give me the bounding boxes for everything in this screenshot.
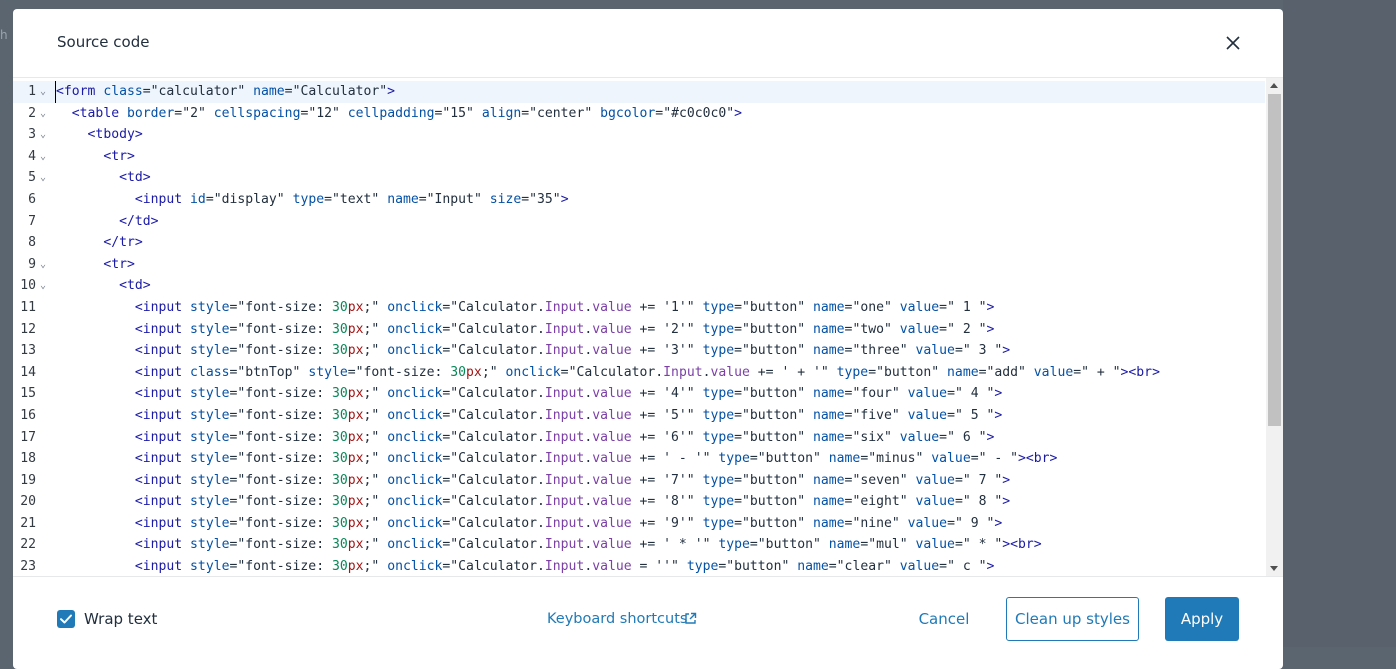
backdrop-text-fragment: h <box>0 28 8 42</box>
code-line[interactable]: 5 ⌄ <td> <box>13 167 1265 189</box>
line-number: 22 <box>20 537 36 553</box>
source-code-dialog: Source code 1 ⌄ <form class="calculator" n… <box>13 9 1283 669</box>
line-number: 8 <box>28 235 36 251</box>
code-editor[interactable]: 1 ⌄ <form class="calculator" name="Calcula… <box>13 77 1283 577</box>
code-line[interactable]: 3 ⌄ <tbody> <box>13 124 1265 146</box>
code-line[interactable]: 10 ⌄ <td> <box>13 275 1265 297</box>
external-link-icon[interactable] <box>684 612 697 625</box>
line-number: 17 <box>20 429 36 445</box>
dialog-header: Source code <box>13 9 1283 75</box>
close-button[interactable] <box>1221 31 1245 55</box>
wrap-text-checkbox[interactable] <box>57 610 75 628</box>
line-number: 4 <box>28 148 36 164</box>
backdrop-right <box>1283 0 1396 647</box>
code-line[interactable]: 19 <input style="font-size: 30px;" oncli… <box>13 470 1265 492</box>
code-line[interactable]: 18 <input style="font-size: 30px;" oncli… <box>13 448 1265 470</box>
code-line[interactable]: 8 </tr> <box>13 232 1265 254</box>
code-text: <input style="font-size: 30px;" onclick=… <box>134 559 995 575</box>
code-text: <input id="display" type="text" name="In… <box>134 191 569 207</box>
line-number: 15 <box>20 386 36 402</box>
code-text: <input style="font-size: 30px;" onclick=… <box>134 407 1003 423</box>
code-text: <input style="font-size: 30px;" onclick=… <box>134 299 995 315</box>
code-text: </td> <box>119 213 159 229</box>
scroll-down-arrow-icon[interactable] <box>1270 566 1278 571</box>
line-number: 23 <box>20 559 36 575</box>
code-text: <input style="font-size: 30px;" onclick=… <box>134 494 1011 510</box>
code-lines: 1 ⌄ <form class="calculator" name="Calcula… <box>13 81 1265 576</box>
line-number: 19 <box>20 472 36 488</box>
code-line[interactable]: 4 ⌄ <tr> <box>13 146 1265 168</box>
line-number: 5 <box>28 170 36 186</box>
line-number: 14 <box>20 364 36 380</box>
code-text: <tr> <box>103 256 135 272</box>
scrollbar-thumb[interactable] <box>1268 94 1281 426</box>
code-text: <input style="font-size: 30px;" onclick=… <box>134 537 1042 553</box>
fold-chevron-icon[interactable]: ⌄ <box>40 103 50 125</box>
line-number: 2 <box>28 105 36 121</box>
dialog-title: Source code <box>57 33 150 51</box>
line-number: 20 <box>20 494 36 510</box>
apply-button[interactable]: Apply <box>1165 597 1239 641</box>
code-text: <input style="font-size: 30px;" onclick=… <box>134 343 1011 359</box>
code-line[interactable]: 11 <input style="font-size: 30px;" oncli… <box>13 297 1265 319</box>
code-text: <tbody> <box>87 127 143 143</box>
code-line[interactable]: 22 <input style="font-size: 30px;" oncli… <box>13 534 1265 556</box>
fold-chevron-icon[interactable]: ⌄ <box>40 254 50 276</box>
line-number: 21 <box>20 515 36 531</box>
code-text: <input style="font-size: 30px;" onclick=… <box>134 429 995 445</box>
checkmark-icon <box>60 614 72 624</box>
dialog-footer: Wrap text Keyboard shortcuts Cancel Clea… <box>13 575 1283 669</box>
code-line[interactable]: 6 <input id="display" type="text" name="… <box>13 189 1265 211</box>
code-line[interactable]: 17 <input style="font-size: 30px;" oncli… <box>13 427 1265 449</box>
code-line[interactable]: 13 <input style="font-size: 30px;" oncli… <box>13 340 1265 362</box>
code-line[interactable]: 23 <input style="font-size: 30px;" oncli… <box>13 556 1265 576</box>
code-text: <table border="2" cellspacing="12" cellp… <box>71 105 743 121</box>
line-number: 7 <box>28 213 36 229</box>
code-line[interactable]: 2 ⌄ <table border="2" cellspacing="12" ce… <box>13 103 1265 125</box>
line-number: 18 <box>20 451 36 467</box>
code-line[interactable]: 21 <input style="font-size: 30px;" oncli… <box>13 513 1265 535</box>
code-line[interactable]: 16 <input style="font-size: 30px;" oncli… <box>13 405 1265 427</box>
line-number: 3 <box>28 127 36 143</box>
code-text: <td> <box>119 170 151 186</box>
code-line[interactable]: 12 <input style="font-size: 30px;" oncli… <box>13 319 1265 341</box>
code-text: <tr> <box>103 148 135 164</box>
fold-chevron-icon[interactable]: ⌄ <box>40 275 50 297</box>
code-text: <input style="font-size: 30px;" onclick=… <box>134 515 1003 531</box>
code-line[interactable]: 14 <input class="btnTop" style="font-siz… <box>13 362 1265 384</box>
scroll-up-arrow-icon[interactable] <box>1270 83 1278 88</box>
line-number: 6 <box>28 191 36 207</box>
code-line[interactable]: 15 <input style="font-size: 30px;" oncli… <box>13 383 1265 405</box>
wrap-text-label[interactable]: Wrap text <box>84 610 157 628</box>
keyboard-shortcuts-link[interactable]: Keyboard shortcuts <box>547 610 687 628</box>
fold-chevron-icon[interactable]: ⌄ <box>40 146 50 168</box>
line-number: 16 <box>20 407 36 423</box>
code-line[interactable]: 1 ⌄ <form class="calculator" name="Calcula… <box>13 81 1265 103</box>
close-icon <box>1226 36 1240 50</box>
line-number: 11 <box>20 299 36 315</box>
code-text: <input style="font-size: 30px;" onclick=… <box>134 451 1058 467</box>
code-text: <form class="calculator" name="Calculato… <box>55 81 395 103</box>
cancel-button[interactable]: Cancel <box>907 597 981 641</box>
line-number: 9 <box>28 256 36 272</box>
code-line[interactable]: 20 <input style="font-size: 30px;" oncli… <box>13 491 1265 513</box>
vertical-scrollbar[interactable] <box>1266 78 1283 576</box>
line-number: 13 <box>20 343 36 359</box>
code-text: <input style="font-size: 30px;" onclick=… <box>134 321 995 337</box>
fold-chevron-icon[interactable]: ⌄ <box>40 167 50 189</box>
code-line[interactable]: 9 ⌄ <tr> <box>13 254 1265 276</box>
line-number: 10 <box>20 278 36 294</box>
code-text: <input style="font-size: 30px;" onclick=… <box>134 386 1003 402</box>
clean-up-styles-button[interactable]: Clean up styles <box>1006 597 1139 641</box>
fold-chevron-icon[interactable]: ⌄ <box>40 81 50 103</box>
code-text: <input style="font-size: 30px;" onclick=… <box>134 472 1011 488</box>
line-number: 1 <box>28 84 36 99</box>
code-text: <input class="btnTop" style="font-size: … <box>134 364 1160 380</box>
code-line[interactable]: 7 </td> <box>13 211 1265 233</box>
code-text: <td> <box>119 278 151 294</box>
code-text: </tr> <box>103 235 143 251</box>
fold-chevron-icon[interactable]: ⌄ <box>40 124 50 146</box>
line-number: 12 <box>20 321 36 337</box>
